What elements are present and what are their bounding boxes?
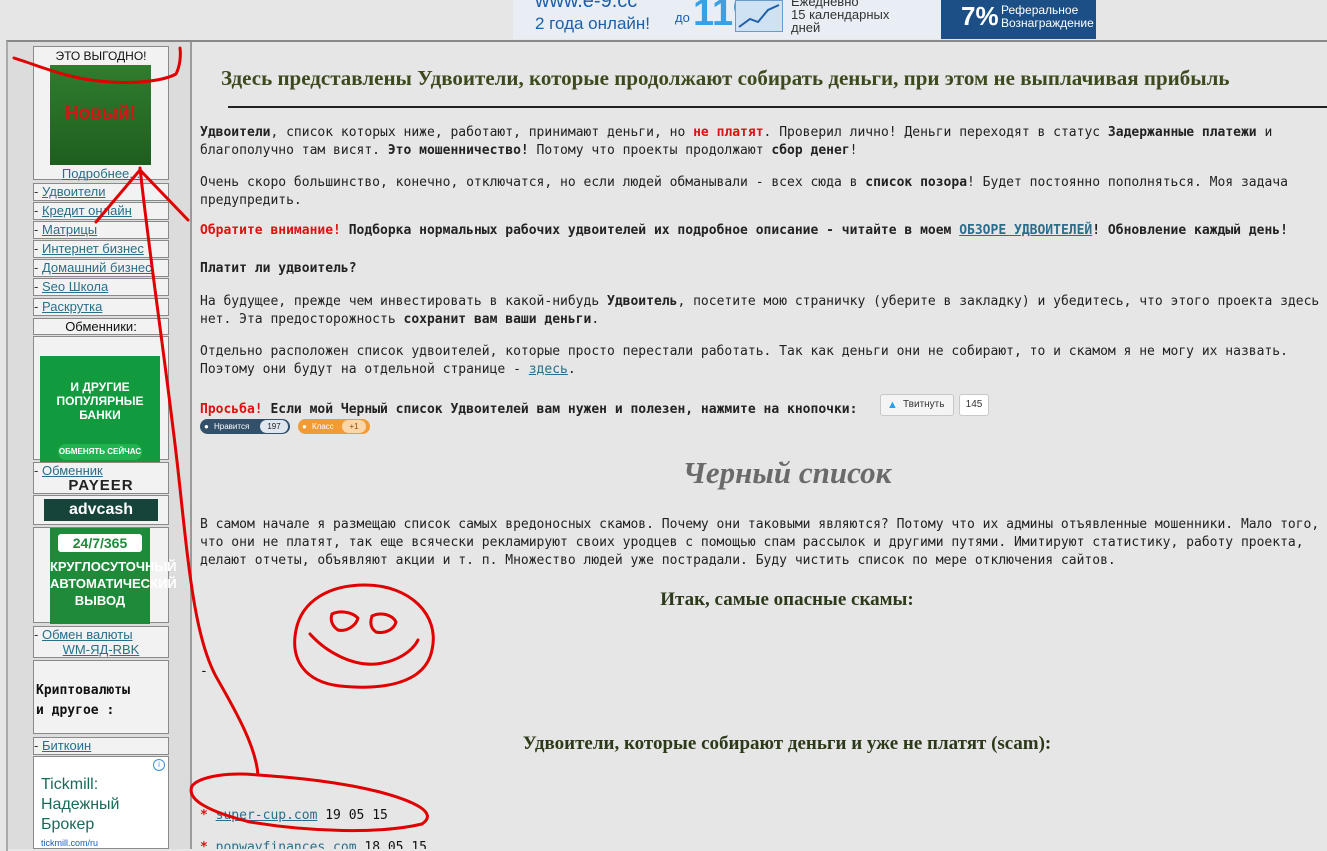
auto-247-badge: 24/7/365 — [58, 534, 142, 552]
payeer-box[interactable]: - Обменник PAYEER — [33, 462, 169, 494]
exchange-banner-text: И ДРУГИЕ ПОПУЛЯРНЫЕ БАНКИ — [56, 380, 144, 422]
sidebar-item-label[interactable]: Удвоители — [42, 184, 106, 199]
sidebar-item-label[interactable]: Кредит онлайн — [42, 203, 132, 218]
page-title: Здесь представлены Удвоители, которые пр… — [221, 66, 1230, 90]
promo-title: ЭТО ВЫГОДНО! — [55, 49, 147, 63]
ad-info-icon[interactable]: i — [153, 759, 165, 771]
promo-image[interactable]: Новый! — [50, 65, 151, 165]
dash: - — [34, 184, 39, 199]
blacklist-title: Черный список — [682, 455, 892, 490]
chart-icon — [735, 0, 783, 32]
attention-paragraph: Обратите внимание! Подборка нормальных р… — [200, 223, 1288, 238]
dash: - — [34, 260, 39, 275]
tickmill-ad[interactable]: i Tickmill: Надежный Брокер tickmill.com/r… — [33, 756, 169, 849]
auto-withdraw-box[interactable]: 24/7/365 КРУГЛОСУТОЧНЫЙ АВТОМАТИЧЕСКИЙ ВЫВ… — [33, 527, 177, 624]
sidebar-item-label[interactable]: Домашний бизнес — [42, 260, 152, 275]
banner-ref-percent: 7% — [961, 1, 999, 31]
question-heading: Платит ли удвоитель? — [200, 261, 357, 276]
dash: - — [34, 241, 39, 256]
banner-ref-text: Реферальное Вознаграждение — [1001, 3, 1094, 30]
sidebar-item-matrix[interactable]: - Матрицы — [33, 221, 169, 239]
auto-withdraw-text: КРУГЛОСУТОЧНЫЙ АВТОМАТИЧЕСКИЙ ВЫВОД — [50, 559, 177, 608]
currency-exchange-box[interactable]: - Обмен валюты WM-ЯД-RBK — [33, 626, 169, 658]
odnoklassniki-icon: ● — [302, 422, 307, 431]
ad-text[interactable]: Tickmill: Надежный Брокер — [41, 775, 119, 835]
scam-item: * super-cup.com 19 05 15 — [200, 808, 388, 823]
crypto-heading: Криптовалюты и другое : — [36, 683, 130, 718]
separate-list-paragraph: Отдельно расположен список удвоителей, к… — [200, 344, 1288, 377]
scam-link[interactable]: popwayfinances.com — [216, 840, 357, 849]
advice-paragraph: На будущее, прежде чем инвестировать в к… — [200, 294, 1320, 327]
banner-upto: до — [675, 10, 690, 25]
exchange-banner[interactable]: И ДРУГИЕ ПОПУЛЯРНЫЕ БАНКИ ОБМЕНЯТЬ СЕЙЧАС — [40, 356, 160, 476]
review-link[interactable]: ОБЗОРЕ УДВОИТЕЛЕЙ — [959, 223, 1092, 238]
sidebar-item-label[interactable]: Интернет бизнес — [42, 241, 144, 256]
dash: - — [34, 299, 39, 314]
payeer-logo[interactable]: PAYEER — [34, 477, 168, 494]
banner-online-text: 2 года онлайн! — [535, 14, 651, 33]
payeer-link[interactable]: Обменник — [42, 463, 103, 478]
promo-box[interactable]: ЭТО ВЫГОДНО! Новый! Подробнее... — [33, 46, 169, 181]
dash: - — [34, 627, 39, 642]
main-content: Здесь представлены Удвоители, которые пр… — [197, 42, 1327, 849]
like-label: Нравится — [214, 422, 250, 431]
sidebar-item-home-business[interactable]: - Домашний бизнес — [33, 259, 169, 277]
ok-class-button[interactable]: ● Класс +1 — [298, 419, 370, 434]
sidebar-item-label[interactable]: Матрицы — [42, 222, 97, 237]
tweet-button[interactable]: ▲ Твитнуть — [880, 394, 954, 416]
top-ad-banner[interactable]: www.e-9.cc 2 года онлайн! до 11% Ежеднев… — [513, 0, 1096, 39]
exchange-banner-box[interactable]: И ДРУГИЕ ПОПУЛЯРНЫЕ БАНКИ ОБМЕНЯТЬ СЕЙЧАС — [33, 336, 169, 476]
currency-exchange-link[interactable]: Обмен валюты — [42, 627, 133, 642]
exchange-now-button[interactable]: ОБМЕНЯТЬ СЕЙЧАС — [58, 444, 142, 460]
banner-referral: 7% Реферальное Вознаграждение — [941, 0, 1096, 39]
like-icon: ● — [204, 422, 209, 431]
like-button[interactable]: ● Нравится 197 — [200, 419, 290, 434]
sidebar-item-internet-business[interactable]: - Интернет бизнес — [33, 240, 169, 258]
dash: - — [34, 279, 39, 294]
request-paragraph: Просьба! Если мой Черный список Удвоител… — [200, 402, 858, 417]
promo-more-link[interactable]: Подробнее... — [34, 166, 168, 181]
ok-count: +1 — [342, 420, 366, 433]
sidebar-item-promotion[interactable]: - Раскрутка — [33, 298, 169, 316]
sidebar-item-bitcoin[interactable]: - Биткоин — [33, 737, 169, 755]
sidebar-item-credit[interactable]: - Кредит онлайн — [33, 202, 169, 220]
sidebar-item-udvoiteli[interactable]: - Удвоители — [33, 183, 169, 201]
banner-daily-text: Ежедневно 15 календарных дней — [791, 0, 890, 35]
promo-new-label: Новый! — [64, 103, 137, 124]
currency-pairs-link[interactable]: WM-ЯД-RBK — [63, 642, 140, 657]
scam-link[interactable]: super-cup.com — [216, 808, 318, 823]
auto-withdraw-banner[interactable]: 24/7/365 КРУГЛОСУТОЧНЫЙ АВТОМАТИЧЕСКИЙ ВЫВ… — [50, 528, 177, 624]
exchangers-heading: Обменники: — [33, 318, 169, 335]
ad-url[interactable]: tickmill.com/ru — [41, 838, 98, 848]
sidebar-item-label[interactable]: Биткоин — [42, 738, 91, 753]
intro-paragraph: Удвоители, список которых ниже, работают… — [200, 125, 1273, 158]
sidebar-item-label[interactable]: Seo Школа — [42, 279, 108, 294]
dash: - — [34, 738, 39, 753]
advcash-logo[interactable]: advcash — [44, 499, 158, 521]
tweet-count: 145 — [959, 394, 989, 416]
banner-url: www.e-9.cc — [535, 0, 638, 12]
blacklist-paragraph: В самом начале я размещаю список самых в… — [200, 517, 1320, 568]
scam-heading: Удвоители, которые собирают деньги и уже… — [522, 733, 1052, 754]
twitter-bird-icon: ▲ — [887, 399, 898, 411]
here-link[interactable]: здесь — [529, 362, 568, 377]
shame-list-paragraph: Очень скоро большинство, конечно, отключ… — [200, 175, 1288, 208]
scam-item: * popwayfinances.com 18 05 15 — [200, 840, 427, 849]
title-divider — [228, 106, 1327, 108]
dangerous-heading: Итак, самые опасные скамы: — [660, 589, 914, 610]
ok-label: Класс — [312, 422, 334, 431]
dash: - — [34, 463, 39, 478]
crypto-box: Криптовалюты и другое : — [33, 660, 169, 734]
like-count: 197 — [260, 420, 288, 433]
dash: - — [34, 222, 39, 237]
dash: - — [34, 203, 39, 218]
empty-list-dash: - — [200, 664, 208, 679]
advcash-box[interactable]: advcash — [33, 495, 169, 525]
sidebar-item-label[interactable]: Раскрутка — [42, 299, 102, 314]
sidebar-item-seo[interactable]: - Seo Школа — [33, 278, 169, 296]
tweet-label: Твитнуть — [903, 399, 945, 410]
